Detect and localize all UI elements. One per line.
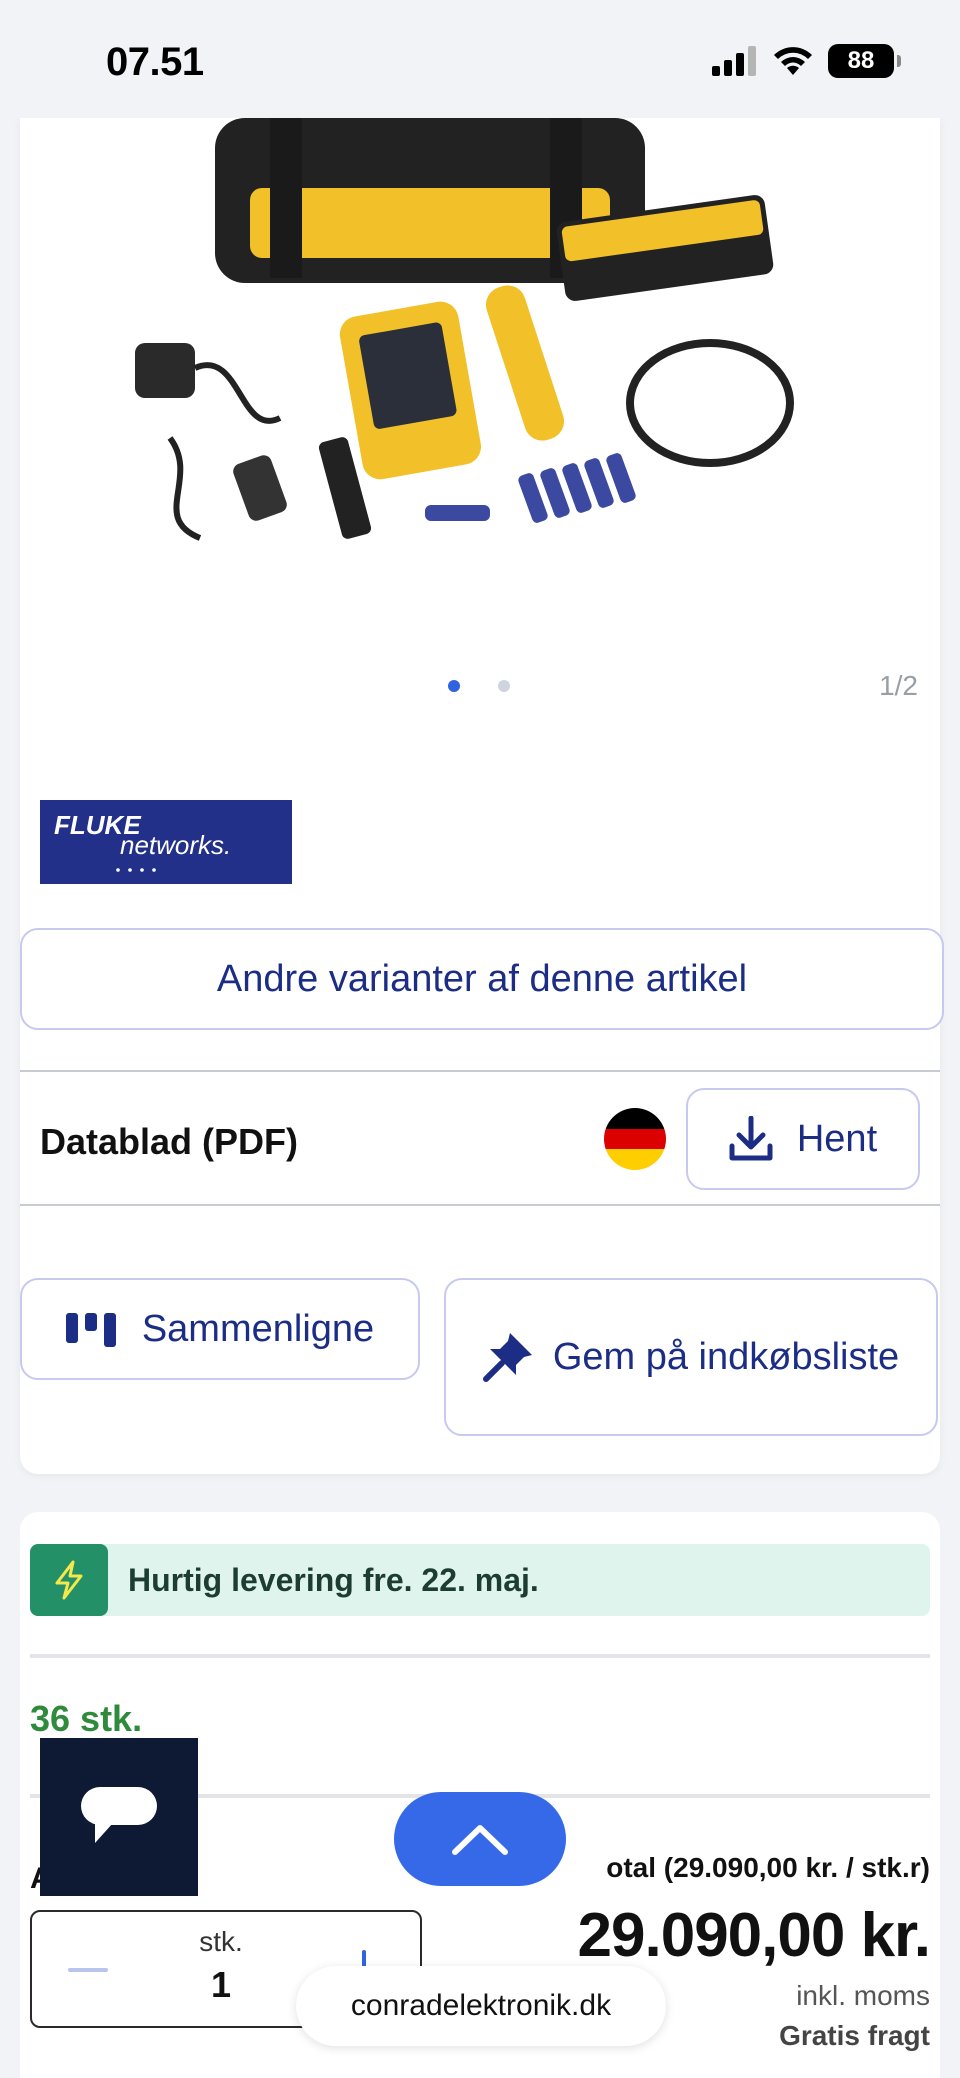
- divider: [30, 1654, 930, 1658]
- status-bar: 07.51 88: [0, 0, 960, 118]
- chat-button[interactable]: [40, 1738, 198, 1896]
- product-image[interactable]: [120, 118, 860, 558]
- compare-button-label: Sammenligne: [141, 1307, 375, 1350]
- battery-icon: 88: [828, 44, 901, 78]
- chat-bubble-icon: [81, 1787, 157, 1843]
- compare-icon: [65, 1313, 116, 1347]
- chevron-up-icon: [452, 1825, 508, 1855]
- status-icons: 88: [712, 44, 901, 78]
- carousel-dots[interactable]: [448, 680, 510, 692]
- product-card: 1/2 FLUKE networks. Andre varianter af d…: [20, 118, 944, 1474]
- divider: [20, 1070, 940, 1072]
- lightning-icon: [30, 1544, 108, 1616]
- delivery-banner: Hurtig levering fre. 22. maj.: [30, 1544, 930, 1616]
- brand-logo[interactable]: FLUKE networks.: [40, 800, 292, 884]
- download-button-label: Hent: [796, 1117, 878, 1160]
- wifi-icon: [774, 47, 812, 75]
- address-bar[interactable]: conradelektronik.dk: [296, 1966, 666, 2046]
- shipping-label: Gratis fragt: [779, 2020, 930, 2051]
- pin-icon: [483, 1333, 532, 1382]
- save-to-shopping-list-button[interactable]: Gem på indkøbsliste: [444, 1278, 938, 1436]
- total-label: otal (29.090,00 kr. / stk.r): [606, 1852, 930, 1883]
- image-counter: 1/2: [879, 670, 918, 701]
- carousel-dot-active[interactable]: [448, 680, 460, 692]
- price: 29.090,00 kr.: [577, 1901, 931, 1970]
- stock-status: 36 stk.: [30, 1698, 143, 1739]
- german-flag-icon: [604, 1108, 666, 1170]
- delivery-text: Hurtig levering fre. 22. maj.: [128, 1561, 539, 1598]
- cellular-signal-icon: [712, 46, 756, 76]
- vat-label: inkl. moms: [796, 1980, 930, 2011]
- shopping-list-label: Gem på indkøbsliste: [552, 1336, 900, 1378]
- download-datasheet-button[interactable]: Hent: [686, 1088, 920, 1190]
- compare-button[interactable]: Sammenligne: [20, 1278, 420, 1380]
- status-time: 07.51: [106, 40, 204, 84]
- carousel-dot[interactable]: [498, 680, 510, 692]
- divider: [20, 1204, 940, 1206]
- download-icon: [729, 1116, 773, 1161]
- svg-text:networks.: networks.: [120, 830, 231, 860]
- datasheet-label: Datablad (PDF): [40, 1121, 299, 1162]
- scroll-to-top-button[interactable]: [394, 1792, 566, 1886]
- other-variants-button[interactable]: Andre varianter af denne artikel: [20, 928, 944, 1030]
